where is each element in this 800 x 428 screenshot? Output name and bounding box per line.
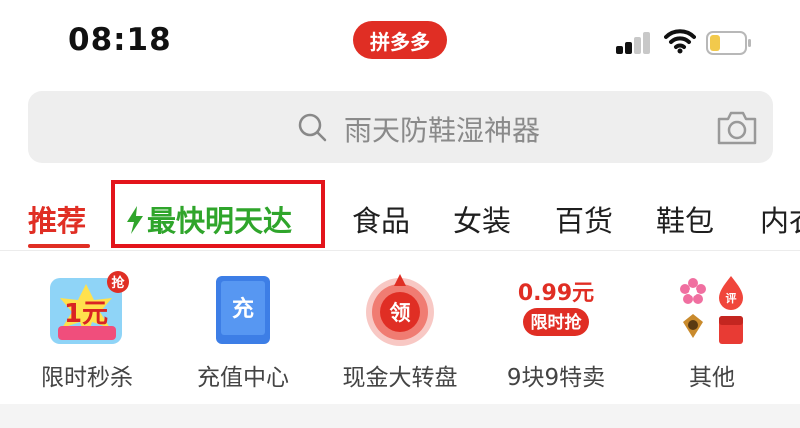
flash-sale-icon-text: 1元 (64, 299, 108, 329)
highlight-annotation-box (111, 180, 325, 248)
tab-label: 推荐 (28, 204, 87, 238)
tab-womens-clothing[interactable]: 女装 (453, 198, 511, 240)
cash-wheel-icon-text: 领 (390, 301, 411, 325)
shortcut-other[interactable]: 评 其他 (642, 258, 782, 398)
shortcut-label: 9块9特卖 (506, 365, 606, 391)
shortcut-label: 限时秒杀 (41, 365, 133, 391)
deals-icon-text: 限时抢 (531, 312, 583, 333)
search-icon (298, 113, 327, 142)
top-up-icon-text: 充 (232, 296, 254, 322)
status-time: 08:18 (68, 22, 172, 58)
cash-wheel-icon: 领 (366, 274, 434, 346)
tab-label: 食品 (352, 204, 411, 238)
shortcut-cash-wheel[interactable]: 领 现金大转盘 (330, 258, 470, 398)
grab-badge: 抢 (111, 275, 125, 291)
shortcut-label: 现金大转盘 (342, 365, 458, 391)
tab-general-merchandise[interactable]: 百货 (555, 198, 613, 240)
battery-icon (706, 31, 751, 55)
shortcut-top-up-center[interactable]: 充 充值中心 (173, 258, 313, 398)
top-up-icon: 充 (216, 276, 270, 344)
tab-label: 鞋包 (656, 204, 715, 238)
status-bar: 08:18 拼多多 (0, 0, 800, 86)
tab-underwear[interactable]: 内衣 (760, 198, 800, 240)
cellular-signal-icon (616, 32, 652, 54)
tab-label: 女装 (453, 204, 512, 238)
tab-shoes-bags[interactable]: 鞋包 (656, 198, 714, 240)
divider (0, 250, 800, 251)
deals-icon: 0.99元 限时抢 (518, 281, 594, 336)
shortcut-flash-sale[interactable]: 1元 抢 限时秒杀 (17, 258, 157, 398)
other-grid-icon: 评 (680, 276, 743, 344)
tab-label: 百货 (555, 204, 614, 238)
wifi-icon (664, 29, 696, 54)
shortcut-label: 其他 (689, 365, 735, 391)
brand-logo: 拼多多 (353, 21, 447, 59)
flash-sale-icon: 1元 抢 (50, 271, 129, 344)
review-icon-text: 评 (726, 292, 737, 305)
active-tab-underline (28, 244, 90, 248)
camera-icon[interactable] (716, 107, 758, 147)
shortcut-9-9-deals[interactable]: 0.99元 限时抢 9块9特卖 (486, 258, 626, 398)
tab-label: 内衣 (760, 204, 800, 238)
deals-price: 0.99元 (518, 281, 594, 306)
search-bar[interactable]: 雨天防鞋湿神器 (28, 91, 773, 163)
tab-food[interactable]: 食品 (352, 198, 410, 240)
shortcut-label: 充值中心 (197, 365, 289, 391)
search-placeholder: 雨天防鞋湿神器 (344, 114, 541, 147)
section-separator (0, 404, 800, 428)
tab-recommend[interactable]: 推荐 (28, 198, 86, 240)
